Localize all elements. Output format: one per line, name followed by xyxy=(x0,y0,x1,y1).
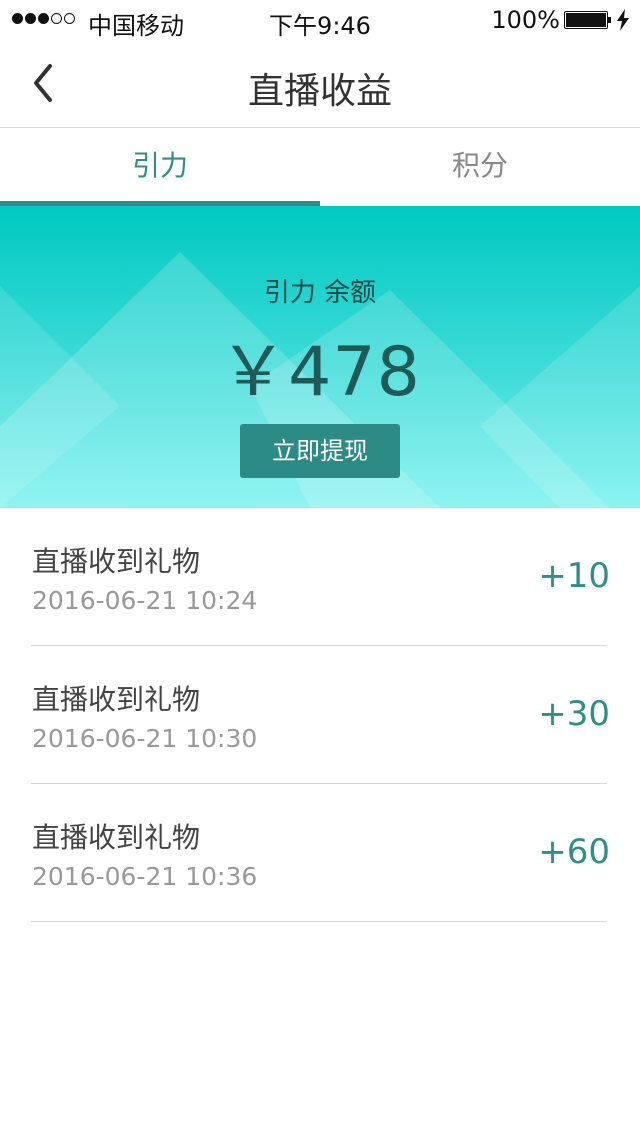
earnings-list: 直播收到礼物 2016-06-21 10:24 +10 直播收到礼物 2016-… xyxy=(0,508,640,922)
balance-amount: ￥478 xyxy=(219,333,421,412)
tab-bar: 引力 积分 xyxy=(0,128,640,206)
list-item[interactable]: 直播收到礼物 2016-06-21 10:24 +10 xyxy=(0,508,640,646)
battery-percentage: 100% xyxy=(491,6,560,34)
withdraw-button[interactable]: 立即提现 xyxy=(240,424,400,478)
divider xyxy=(31,921,607,922)
charging-icon xyxy=(617,9,629,31)
record-time: 2016-06-21 10:36 xyxy=(32,862,258,891)
battery-tip xyxy=(608,17,611,23)
battery-icon xyxy=(564,11,608,29)
record-amount: +60 xyxy=(538,832,610,872)
record-time: 2016-06-21 10:30 xyxy=(32,724,258,753)
navigation-bar: 直播收益 xyxy=(0,40,640,128)
record-title: 直播收到礼物 xyxy=(32,821,201,854)
status-bar: 中国移动 下午9:46 100% xyxy=(0,0,640,40)
record-title: 直播收到礼物 xyxy=(32,683,201,716)
record-time: 2016-06-21 10:24 xyxy=(32,586,258,615)
balance-label: 引力 余额 xyxy=(263,278,377,308)
page-title: 直播收益 xyxy=(247,71,392,112)
record-title: 直播收到礼物 xyxy=(32,545,201,578)
record-amount: +10 xyxy=(538,556,610,596)
list-item[interactable]: 直播收到礼物 2016-06-21 10:36 +60 xyxy=(0,784,640,922)
list-item[interactable]: 直播收到礼物 2016-06-21 10:30 +30 xyxy=(0,646,640,784)
balance-banner: 引力 余额 ￥478 立即提现 xyxy=(0,206,640,508)
tab-gravity[interactable]: 引力 xyxy=(0,128,320,206)
tab-points[interactable]: 积分 xyxy=(320,128,640,206)
record-amount: +30 xyxy=(538,694,610,734)
